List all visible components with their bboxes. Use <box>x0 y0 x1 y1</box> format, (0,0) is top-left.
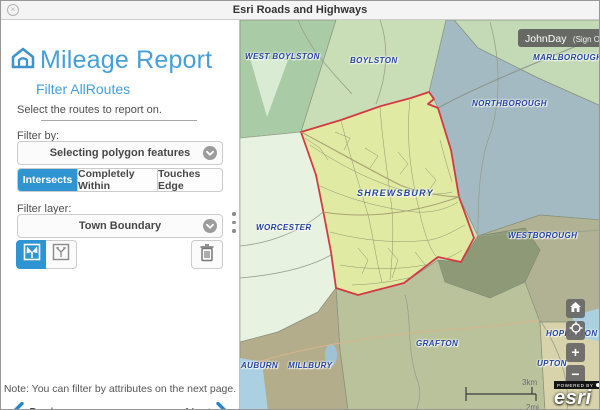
window-title: Esri Roads and Highways <box>1 4 599 16</box>
chevron-down-icon <box>203 146 217 160</box>
page-title: Mileage Report <box>40 46 212 75</box>
basemap <box>240 20 600 410</box>
filter-layer-dropdown[interactable]: Town Boundary <box>17 214 223 238</box>
filter-by-dropdown[interactable]: Selecting polygon features <box>17 141 223 165</box>
note-text: Note: You can filter by attributes on th… <box>1 383 239 395</box>
mileage-report-panel: Mileage Report Filter AllRoutes Select t… <box>1 20 240 409</box>
plus-icon: + <box>571 345 579 359</box>
select-rectangle-icon <box>51 242 71 267</box>
scale-km-label: 3km <box>522 378 537 387</box>
town-label-northborough: NORTHBOROUGH <box>472 99 547 108</box>
panel-resize-handle[interactable] <box>232 212 236 238</box>
esri-logo: POWERED BY esri <box>554 381 600 408</box>
town-label-auburn: AUBURN <box>241 361 278 370</box>
town-label-boylston: BOYLSTON <box>350 56 398 65</box>
town-label-shrewsbury: SHREWSBURY <box>357 188 434 198</box>
town-label-worcester: WORCESTER <box>256 223 312 232</box>
town-label-westborough: WESTBOROUGH <box>508 231 577 240</box>
map-controls: + − <box>566 299 585 387</box>
home-icon <box>11 47 35 74</box>
home-extent-button[interactable] <box>566 299 585 318</box>
zoom-in-button[interactable]: + <box>566 343 585 362</box>
filter-layer-value: Town Boundary <box>79 220 161 232</box>
spatial-relation-group: Intersects Completely Within Touches Edg… <box>17 168 223 192</box>
chevron-right-icon <box>216 402 227 410</box>
user-sign-out-button[interactable]: JohnDay (Sign Out) <box>518 29 600 47</box>
minus-icon: − <box>571 367 579 381</box>
map-canvas[interactable]: WEST BOYLSTON BOYLSTON MARLBOROUGH NORTH… <box>240 20 600 410</box>
esri-brand-text: esri <box>554 389 600 408</box>
town-label-west-boylston: WEST BOYLSTON <box>245 52 320 61</box>
trash-icon <box>198 243 216 267</box>
sign-out-label: (Sign Out) <box>573 35 600 44</box>
home-icon <box>569 300 582 318</box>
town-label-marlborough: MARLBOROUGH <box>533 53 600 62</box>
clear-selection-button[interactable] <box>191 240 223 269</box>
scale-mi-label: 2mi <box>526 403 539 410</box>
titlebar: × Esri Roads and Highways <box>1 1 599 20</box>
touches-edge-button[interactable]: Touches Edge <box>158 169 222 191</box>
globe-icon <box>596 383 600 387</box>
back-button[interactable]: Back <box>13 402 62 410</box>
filter-by-value: Selecting polygon features <box>50 147 191 159</box>
back-label: Back <box>29 406 57 410</box>
select-by-rectangle-button[interactable] <box>46 240 77 269</box>
divider <box>41 120 197 121</box>
next-button[interactable]: Next <box>180 402 227 410</box>
chevron-left-icon <box>13 402 24 410</box>
completely-within-button[interactable]: Completely Within <box>78 169 158 191</box>
town-label-grafton: GRAFTON <box>416 339 458 348</box>
app-window: × Esri Roads and Highways Mileage Report… <box>0 0 600 410</box>
page-subtitle: Filter AllRoutes <box>36 81 130 97</box>
instruction-text: Select the routes to report on. <box>17 104 162 116</box>
town-label-upton: UPTON <box>537 359 567 368</box>
locate-icon <box>569 321 583 340</box>
town-label-millbury: MILLBURY <box>288 361 332 370</box>
next-label: Next <box>185 406 211 410</box>
user-name: JohnDay <box>525 33 566 45</box>
scale-bar: 3km 2mi <box>462 372 544 410</box>
select-polygon-icon <box>22 242 42 267</box>
chevron-down-icon <box>203 219 217 233</box>
locate-button[interactable] <box>566 321 585 340</box>
select-by-polygon-button[interactable] <box>16 240 47 269</box>
intersects-button[interactable]: Intersects <box>18 169 78 191</box>
